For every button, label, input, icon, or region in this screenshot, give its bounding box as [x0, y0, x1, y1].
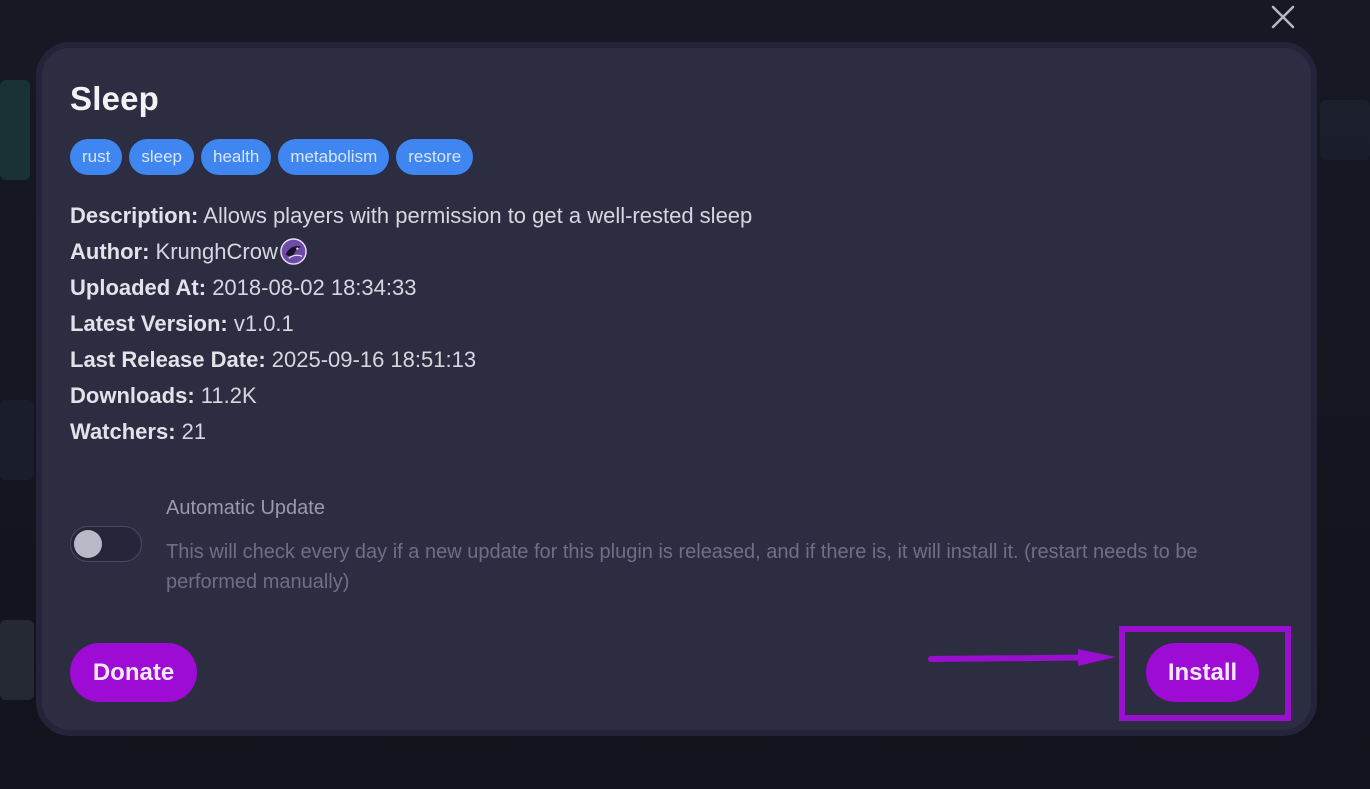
- arrow-right-icon: [928, 649, 1116, 666]
- detail-value: 2018-08-02 18:34:33: [212, 275, 417, 300]
- background-panel: [0, 80, 30, 180]
- tag-metabolism[interactable]: metabolism: [278, 139, 390, 175]
- crow-avatar-icon: [280, 238, 307, 265]
- detail-latest-version: Latest Version: v1.0.1: [70, 307, 752, 343]
- background-panel: [1320, 100, 1370, 160]
- tag-rust[interactable]: rust: [70, 139, 123, 175]
- author-name: KrunghCrow: [155, 239, 278, 264]
- detail-value: Allows players with permission to get a …: [203, 203, 753, 228]
- plugin-details: Description: Allows players with permiss…: [70, 199, 752, 451]
- close-button[interactable]: [1266, 0, 1300, 34]
- detail-last-release-date: Last Release Date: 2025-09-16 18:51:13: [70, 343, 752, 379]
- detail-value: v1.0.1: [233, 311, 294, 336]
- tag-health[interactable]: health: [200, 139, 272, 175]
- detail-author: Author: KrunghCrow: [70, 235, 752, 271]
- detail-description: Description: Allows players with permiss…: [70, 199, 752, 235]
- background-panel: [0, 400, 34, 480]
- detail-uploaded-at: Uploaded At: 2018-08-02 18:34:33: [70, 271, 752, 307]
- close-icon: [1271, 5, 1295, 29]
- detail-label: Uploaded At:: [70, 275, 207, 300]
- detail-downloads: Downloads: 11.2K: [70, 379, 752, 415]
- detail-value: 11.2K: [200, 383, 257, 408]
- auto-update-description: This will check every day if a new updat…: [166, 541, 1198, 593]
- detail-watchers: Watchers: 21: [70, 415, 752, 451]
- auto-update-toggle[interactable]: [70, 526, 142, 562]
- tag-restore[interactable]: restore: [396, 139, 474, 175]
- detail-label: Downloads:: [70, 383, 195, 408]
- detail-label: Watchers:: [70, 419, 176, 444]
- detail-value: 21: [181, 419, 207, 444]
- detail-label: Author:: [70, 239, 150, 264]
- background-panel: [0, 620, 34, 700]
- install-button[interactable]: Install: [1146, 643, 1259, 702]
- donate-button[interactable]: Donate: [70, 643, 197, 702]
- auto-update-label: Automatic Update: [166, 497, 325, 519]
- detail-label: Description:: [70, 203, 199, 228]
- detail-value: 2025-09-16 18:51:13: [271, 347, 477, 372]
- plugin-title: Sleep: [70, 80, 160, 117]
- toggle-knob: [74, 530, 102, 558]
- tag-list: rust sleep health metabolism restore: [70, 139, 474, 175]
- tag-sleep[interactable]: sleep: [129, 139, 194, 175]
- detail-label: Last Release Date:: [70, 347, 266, 372]
- detail-label: Latest Version:: [70, 311, 228, 336]
